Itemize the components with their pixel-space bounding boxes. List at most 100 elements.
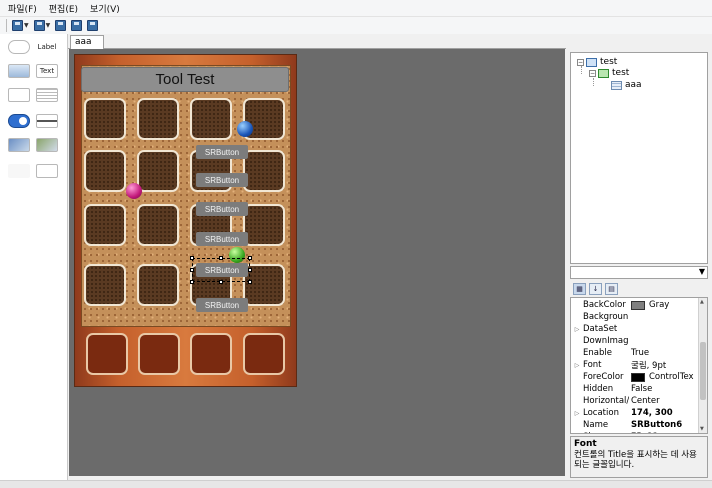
- tool-picture[interactable]: [8, 138, 30, 152]
- property-row[interactable]: Name SRButton6: [571, 419, 699, 431]
- property-row[interactable]: ▷ DataSet: [571, 323, 699, 335]
- tool-image[interactable]: [8, 64, 30, 78]
- property-value[interactable]: Gray: [629, 300, 699, 310]
- property-row[interactable]: ForeColor ControlTex: [571, 371, 699, 383]
- description-text: 컨트롤의 Title을 표시하는 데 사용되는 글꼴입니다.: [574, 450, 697, 470]
- save-icon: [12, 20, 23, 31]
- grid-slot: [243, 150, 285, 192]
- property-value-text: Gray: [649, 300, 670, 310]
- dock-slot: [86, 333, 128, 375]
- collapse-icon[interactable]: −: [577, 58, 584, 66]
- sr-button-1[interactable]: SRButton: [196, 145, 248, 159]
- tool-blank[interactable]: [8, 164, 30, 178]
- property-value[interactable]: 굴림, 9pt: [629, 359, 699, 371]
- selection-frame[interactable]: [190, 256, 252, 284]
- scroll-down-icon[interactable]: ▼: [700, 426, 704, 432]
- collapse-icon[interactable]: −: [589, 69, 596, 77]
- expand-arrow-icon[interactable]: ▷: [571, 362, 583, 369]
- document-tabs: aaa: [68, 34, 566, 49]
- property-value[interactable]: SRButton6: [629, 420, 699, 430]
- property-name: Font: [583, 360, 602, 370]
- property-value-text: ControlTex: [649, 372, 694, 382]
- property-row[interactable]: ▷Size75, 23: [571, 431, 699, 435]
- tool-box[interactable]: [8, 88, 30, 102]
- property-value[interactable]: True: [629, 348, 699, 358]
- resize-handle[interactable]: [248, 256, 252, 260]
- property-scrollbar[interactable]: ▲ ▼: [698, 298, 707, 433]
- alphabetical-button[interactable]: ↓: [589, 282, 602, 295]
- tool-list[interactable]: [36, 88, 58, 102]
- sr-button-3[interactable]: SRButton: [196, 202, 248, 216]
- design-canvas[interactable]: Tool Test SRButton SRButton SRButton SRB…: [69, 49, 565, 476]
- property-row[interactable]: DownImag: [571, 335, 699, 347]
- sort-az-icon: ↓: [592, 284, 599, 293]
- property-row[interactable]: ▷ Font 굴림, 9pt: [571, 359, 699, 371]
- save-as-button[interactable]: ▼: [33, 20, 50, 31]
- property-value[interactable]: ControlTex: [629, 372, 699, 382]
- resize-handle[interactable]: [248, 280, 252, 284]
- property-name: Hidden: [583, 384, 614, 394]
- menu-view[interactable]: 보기(V): [90, 2, 120, 15]
- tab-aaa[interactable]: aaa: [70, 35, 104, 49]
- form-title[interactable]: Tool Test: [81, 67, 289, 92]
- tool-label[interactable]: Label: [36, 40, 58, 54]
- tool-progress[interactable]: [36, 114, 58, 128]
- tree-connector: [581, 66, 582, 74]
- property-pages-button[interactable]: ▤: [605, 282, 618, 295]
- expand-arrow-icon[interactable]: ▷: [571, 410, 583, 417]
- property-row[interactable]: ▷ Location 174, 300: [571, 407, 699, 419]
- resize-handle[interactable]: [248, 268, 252, 272]
- property-value[interactable]: 174, 300: [629, 408, 699, 418]
- property-row[interactable]: BackColor Gray: [571, 299, 699, 311]
- tree-node-page[interactable]: aaa: [611, 80, 642, 90]
- property-value[interactable]: 75, 23: [629, 432, 699, 433]
- property-row[interactable]: Hidden False: [571, 383, 699, 395]
- resize-handle[interactable]: [190, 280, 194, 284]
- export-icon: [87, 20, 99, 31]
- property-value[interactable]: False: [629, 384, 699, 394]
- pink-ball-icon[interactable]: [126, 183, 142, 199]
- menu-file[interactable]: 파일(F): [8, 2, 37, 15]
- tree-node-label: test: [612, 68, 630, 78]
- property-name: Size: [583, 432, 629, 433]
- scroll-up-icon[interactable]: ▲: [700, 299, 704, 305]
- scroll-thumb[interactable]: [700, 342, 706, 400]
- grid-slot: [137, 150, 179, 192]
- object-selector[interactable]: ▼: [570, 266, 708, 279]
- property-grid: BackColor Gray Backgroun ▷ DataSet DownImag En…: [570, 297, 708, 434]
- new-button[interactable]: [55, 20, 67, 31]
- sr-button-4[interactable]: SRButton: [196, 232, 248, 246]
- property-name: DataSet: [583, 324, 618, 334]
- expand-arrow-icon[interactable]: ▷: [571, 326, 583, 333]
- resize-handle[interactable]: [219, 280, 223, 284]
- expand-arrow-icon[interactable]: ▷: [571, 434, 583, 435]
- grid-slot: [243, 204, 285, 246]
- save-button[interactable]: ▼: [12, 20, 29, 31]
- tool-frame[interactable]: [36, 164, 58, 178]
- tool-toggle[interactable]: [8, 114, 30, 128]
- form-preview[interactable]: Tool Test SRButton SRButton SRButton SRB…: [74, 54, 297, 387]
- tool-picture-button[interactable]: [36, 138, 58, 152]
- color-swatch: [631, 300, 645, 310]
- tree-node-root[interactable]: − test: [577, 57, 617, 67]
- tool-panel[interactable]: [8, 40, 30, 54]
- open-icon: [71, 20, 83, 31]
- menu-edit[interactable]: 편집(E): [49, 2, 78, 15]
- property-row[interactable]: Backgroun: [571, 311, 699, 323]
- sr-button-2[interactable]: SRButton: [196, 173, 248, 187]
- export-button[interactable]: [87, 20, 99, 31]
- resize-handle[interactable]: [190, 256, 194, 260]
- open-button[interactable]: [71, 20, 83, 31]
- property-row[interactable]: Horizontal/Center: [571, 395, 699, 407]
- property-value-text: SRButton6: [631, 420, 683, 430]
- property-value-text: 174, 300: [631, 408, 673, 418]
- resize-handle[interactable]: [219, 256, 223, 260]
- categorized-button[interactable]: ▦: [573, 282, 586, 295]
- property-value[interactable]: Center: [629, 396, 699, 406]
- tool-text[interactable]: Text: [36, 64, 58, 78]
- resize-handle[interactable]: [190, 268, 194, 272]
- blue-ball-icon[interactable]: [237, 121, 253, 137]
- tree-node-form[interactable]: − test: [589, 68, 629, 78]
- sr-button-6[interactable]: SRButton: [196, 298, 248, 312]
- property-row[interactable]: Enable True: [571, 347, 699, 359]
